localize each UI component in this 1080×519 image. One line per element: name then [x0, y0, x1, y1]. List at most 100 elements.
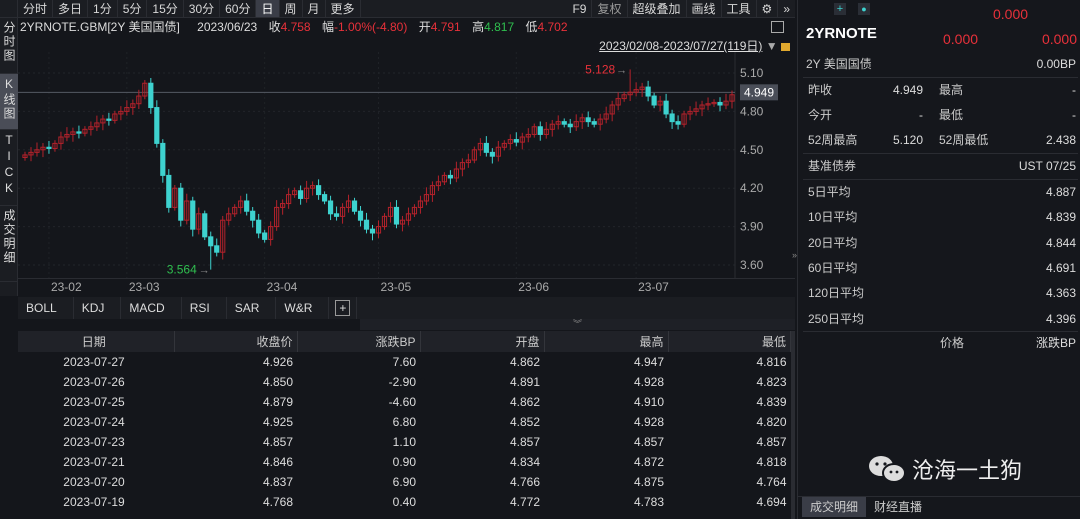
change-value: -1.00%(-4.80) — [333, 20, 408, 34]
tab-weekly[interactable]: 周 — [280, 0, 303, 17]
cell-high: 4.857 — [633, 435, 664, 449]
vtab-label: K线图 — [2, 77, 16, 121]
cell-low: 4.820 — [756, 415, 787, 429]
panel-toggle-icon[interactable]: » — [792, 250, 797, 260]
candle-body — [585, 117, 591, 123]
cell-open: 4.852 — [509, 415, 540, 429]
table-scrollbar[interactable] — [791, 331, 795, 519]
candle-body — [567, 123, 573, 128]
tab-daily[interactable]: 日 — [256, 0, 280, 17]
quote-label: 最高 — [939, 83, 964, 97]
tab-30min[interactable]: 30分 — [184, 0, 221, 17]
indicator-kdj[interactable]: KDJ — [74, 297, 122, 319]
vtab-trades[interactable]: 成交明细 — [0, 206, 18, 282]
cell-low: 4.839 — [756, 395, 787, 409]
col-date[interactable]: 日期 — [18, 331, 175, 352]
candle-body — [166, 174, 172, 208]
table-row[interactable]: 2023-07-23 4.857 1.10 4.857 4.857 4.857 — [18, 432, 791, 452]
overlay-button[interactable]: 超级叠加 — [628, 0, 687, 17]
open-value: 4.791 — [430, 20, 461, 34]
col-change-bp[interactable]: 涨跌BP — [297, 331, 421, 352]
cell-high: 4.783 — [633, 495, 664, 509]
candle-body — [363, 219, 370, 230]
tab-multiday[interactable]: 多日 — [53, 0, 89, 17]
cell-change-bp: 6.90 — [392, 475, 416, 489]
instrument-row: 2Y 美国国债 0.00BP — [798, 52, 1080, 77]
table-row[interactable]: 2023-07-20 4.837 6.90 4.766 4.875 4.764 — [18, 472, 791, 492]
quote-label: 昨收 — [808, 83, 833, 97]
f9-button[interactable]: F9 — [567, 0, 593, 17]
instrument-desc: 2Y 美国国债 — [806, 57, 872, 71]
gear-icon[interactable]: ⚙ — [757, 0, 779, 17]
lock-icon[interactable] — [781, 42, 790, 51]
candle-body — [244, 200, 250, 212]
candle-body — [321, 194, 328, 202]
expand-icon[interactable]: » — [778, 0, 795, 17]
table-row[interactable]: 2023-07-21 4.846 0.90 4.834 4.872 4.818 — [18, 452, 791, 472]
cell-close: 4.846 — [262, 455, 293, 469]
cell-close: 4.926 — [262, 355, 293, 369]
table-row[interactable]: 2023-07-27 4.926 7.60 4.862 4.947 4.816 — [18, 352, 791, 372]
adjust-button[interactable]: 复权 — [592, 0, 628, 17]
layout-icon[interactable] — [771, 21, 784, 33]
indicator-rsi[interactable]: RSI — [182, 297, 227, 319]
wechat-icon — [869, 456, 906, 483]
change-bp: 0.00BP — [1036, 57, 1076, 71]
trades-header: 价格 涨跌BP — [798, 331, 1080, 356]
add-icon[interactable]: + — [834, 3, 846, 15]
watermark-text: 沧海一土狗 — [912, 458, 1023, 483]
tab-more[interactable]: 更多 — [326, 0, 361, 17]
indicator-macd[interactable]: MACD — [121, 297, 182, 319]
tools-button[interactable]: 工具 — [722, 0, 757, 17]
vtab-tick[interactable]: TICK — [0, 130, 18, 206]
moving-average-row: 5日平均 4.887 — [798, 180, 1080, 205]
indicator-wr[interactable]: W&R — [276, 297, 330, 319]
toolbar-spacer — [0, 0, 18, 17]
tab-15min[interactable]: 15分 — [147, 0, 184, 17]
tab-5min[interactable]: 5分 — [118, 0, 148, 17]
table-row[interactable]: 2023-07-24 4.925 6.80 4.852 4.928 4.820 — [18, 412, 791, 432]
tab-finance-live[interactable]: 财经直播 — [866, 497, 930, 517]
table-row[interactable]: 2023-07-26 4.850 -2.90 4.891 4.928 4.823 — [18, 372, 791, 392]
col-low[interactable]: 最低 — [668, 331, 791, 352]
cell-change-bp: 0.40 — [392, 495, 416, 509]
vtab-fenshi[interactable]: 分时图 — [0, 18, 18, 74]
quote-label: 52周最高 — [808, 133, 858, 147]
indicator-sar[interactable]: SAR — [227, 297, 277, 319]
collapse-handle[interactable]: ︾ — [360, 319, 795, 330]
draw-button[interactable]: 画线 — [687, 0, 722, 17]
ma-value: 4.363 — [1045, 286, 1076, 301]
cell-low: 4.816 — [756, 355, 787, 369]
x-tick-label: 23-05 — [380, 280, 412, 294]
candle-body — [447, 174, 453, 179]
candle-body — [106, 118, 112, 121]
cell-high: 4.910 — [633, 395, 664, 409]
add-indicator-button[interactable]: + — [329, 297, 358, 319]
cell-change-bp: -2.90 — [388, 375, 416, 389]
tab-60min[interactable]: 60分 — [220, 0, 257, 17]
candle-body — [250, 210, 256, 221]
close-value: 4.758 — [280, 20, 311, 34]
table-row[interactable]: 2023-07-25 4.879 -4.60 4.862 4.910 4.839 — [18, 392, 791, 412]
col-close[interactable]: 收盘价 — [174, 331, 298, 352]
candlestick-chart[interactable]: 5.104.804.504.203.903.604.9495.128 →3.564… — [18, 52, 795, 278]
table-row[interactable]: 2023-07-19 4.768 0.40 4.772 4.783 4.694 — [18, 492, 791, 512]
candle-body — [351, 200, 358, 212]
arrow-icon: → — [616, 64, 627, 76]
moving-average-row: 10日平均 4.839 — [798, 205, 1080, 230]
tab-1min[interactable]: 1分 — [88, 0, 118, 17]
period-toolbar: 分时 多日 1分 5分 15分 30分 60分 日 周 月 更多 F9 复权 超… — [0, 0, 795, 18]
tab-fenshi[interactable]: 分时 — [18, 0, 54, 17]
indicator-boll[interactable]: BOLL — [18, 297, 74, 319]
candle-body — [298, 190, 304, 199]
vtab-kline[interactable]: K线图 — [0, 74, 18, 130]
cell-change-bp: 6.80 — [392, 415, 416, 429]
candle-body — [327, 200, 334, 215]
bell-icon[interactable]: ● — [858, 3, 870, 15]
tab-monthly[interactable]: 月 — [303, 0, 326, 17]
quote-info-line: 2YRNOTE.GBM[2Y 美国国债] 2023/06/23 收4.758 幅… — [20, 18, 571, 36]
col-open[interactable]: 开盘 — [420, 331, 545, 352]
col-high[interactable]: 最高 — [544, 331, 669, 352]
tab-trade-details[interactable]: 成交明细 — [802, 497, 867, 517]
open-label: 开 — [418, 20, 431, 34]
